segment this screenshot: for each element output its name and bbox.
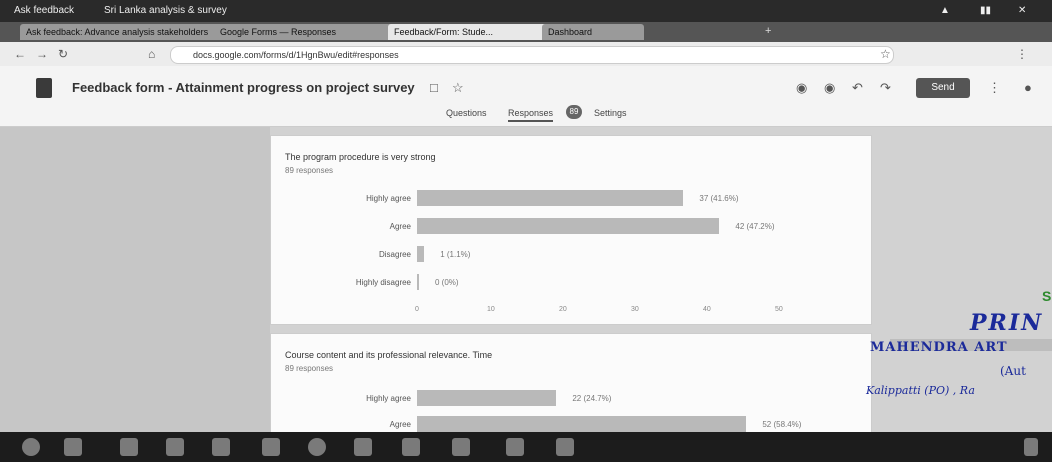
- app-icon[interactable]: [506, 438, 524, 456]
- browser-tab[interactable]: Google Forms — Responses: [214, 24, 396, 40]
- question-title: Course content and its professional rele…: [285, 350, 493, 360]
- axis-tick-label: 30: [631, 306, 639, 313]
- taskbar: [0, 432, 1052, 462]
- axis-tick-label: 40: [703, 306, 711, 313]
- stamp-line: S: [1042, 288, 1052, 304]
- response-count: 89 responses: [285, 166, 334, 175]
- star-icon[interactable]: ☆: [452, 80, 464, 96]
- redo-icon[interactable]: ↷: [880, 80, 891, 96]
- word-icon[interactable]: [212, 438, 230, 456]
- forms-logo-icon[interactable]: [36, 78, 52, 98]
- question-summary-card: The program procedure is very strong 89 …: [270, 135, 872, 325]
- close-icon[interactable]: ✕: [1018, 5, 1026, 16]
- url-input[interactable]: docs.google.com/forms/d/1HgnBwu/edit#res…: [170, 46, 894, 64]
- explorer-icon[interactable]: [166, 438, 184, 456]
- browser-tab[interactable]: Ask feedback: Advance analysis stakehold…: [20, 24, 222, 40]
- taskview-icon[interactable]: [120, 438, 138, 456]
- os-title-bar: Ask feedback Sri Lanka analysis & survey…: [0, 0, 1052, 22]
- browser-tab-strip: Ask feedback: Advance analysis stakehold…: [0, 22, 1052, 42]
- stamp-line: Kalippatti (PO) , Ra: [866, 384, 975, 397]
- notification-icon[interactable]: [1024, 438, 1038, 456]
- address-bar-row: ← → ↻ ⌂ docs.google.com/forms/d/1HgnBwu/…: [0, 42, 1052, 67]
- bar: [417, 390, 557, 406]
- browser-icon[interactable]: [308, 438, 326, 456]
- search-icon[interactable]: [64, 438, 82, 456]
- category-label: Highly agree: [366, 394, 411, 403]
- home-icon[interactable]: ⌂: [148, 47, 155, 61]
- forms-header: Feedback form - Attainment progress on p…: [0, 66, 1052, 127]
- category-label: Disagree: [378, 250, 411, 259]
- axis-tick-label: 20: [559, 306, 567, 313]
- category-label: Highly disagree: [355, 278, 411, 287]
- app-icon[interactable]: [556, 438, 574, 456]
- battery-icon[interactable]: ▮▮: [980, 5, 991, 16]
- tab-responses[interactable]: Responses: [508, 108, 554, 122]
- bar-value-label: 22 (24.7%): [572, 394, 612, 403]
- avatar[interactable]: ●: [1024, 80, 1032, 95]
- responses-count-badge: 89: [566, 105, 582, 119]
- start-icon[interactable]: [22, 438, 40, 456]
- new-tab-icon[interactable]: +: [765, 25, 771, 37]
- preview-icon[interactable]: ◉: [824, 80, 835, 96]
- stamp-line: PRIN: [970, 310, 1044, 336]
- folder-icon[interactable]: □: [430, 80, 438, 95]
- menu-icon[interactable]: ⋮: [1016, 47, 1028, 61]
- browser-tab[interactable]: Dashboard: [542, 24, 644, 40]
- palette-icon[interactable]: ◉: [796, 80, 807, 96]
- undo-icon[interactable]: ↶: [852, 80, 863, 96]
- category-label: Agree: [389, 222, 411, 231]
- stamp-line: MAHENDRA ART: [870, 340, 1008, 355]
- bar-value-label: 52 (58.4%): [762, 420, 802, 429]
- stamp-line: (Aut: [1000, 364, 1026, 378]
- bar-value-label: 0 (0%): [435, 278, 459, 287]
- response-count: 89 responses: [285, 364, 334, 373]
- principal-stamp: S PRIN MAHENDRA ART (Aut Kalippatti (PO)…: [860, 280, 1052, 430]
- category-label: Highly agree: [366, 194, 411, 203]
- tab-questions[interactable]: Questions: [446, 108, 487, 118]
- axis-tick-label: 50: [775, 306, 783, 313]
- os-doc-label: Sri Lanka analysis & survey: [104, 5, 227, 16]
- browser-tab-active[interactable]: Feedback/Form: Stude...: [388, 24, 550, 40]
- bar-value-label: 37 (41.6%): [699, 194, 739, 203]
- left-background: [0, 127, 270, 432]
- category-label: Agree: [389, 420, 411, 429]
- app-icon[interactable]: [354, 438, 372, 456]
- shield-icon[interactable]: [402, 438, 420, 456]
- form-title[interactable]: Feedback form - Attainment progress on p…: [72, 80, 415, 95]
- bar-value-label: 1 (1.1%): [440, 250, 471, 259]
- bar: [417, 416, 747, 432]
- wifi-icon[interactable]: ▲: [940, 5, 950, 16]
- question-summary-card: Course content and its professional rele…: [270, 333, 872, 434]
- reload-icon[interactable]: ↻: [58, 47, 68, 61]
- forward-icon[interactable]: →: [36, 47, 48, 61]
- bar-value-label: 42 (47.2%): [735, 222, 775, 231]
- tab-settings[interactable]: Settings: [594, 108, 627, 118]
- os-app-label: Ask feedback: [14, 5, 75, 16]
- bar: [417, 274, 419, 290]
- bar: [417, 190, 684, 206]
- more-icon[interactable]: ⋮: [988, 80, 1001, 96]
- photos-icon[interactable]: [262, 438, 280, 456]
- bar: [417, 246, 425, 262]
- excel-icon[interactable]: [452, 438, 470, 456]
- axis-tick-label: 10: [487, 306, 495, 313]
- send-button[interactable]: Send: [916, 78, 970, 98]
- bookmark-icon[interactable]: ☆: [880, 47, 891, 61]
- question-title: The program procedure is very strong: [285, 152, 436, 162]
- back-icon[interactable]: ←: [14, 47, 26, 61]
- bar: [417, 218, 720, 234]
- axis-tick-label: 0: [415, 306, 419, 313]
